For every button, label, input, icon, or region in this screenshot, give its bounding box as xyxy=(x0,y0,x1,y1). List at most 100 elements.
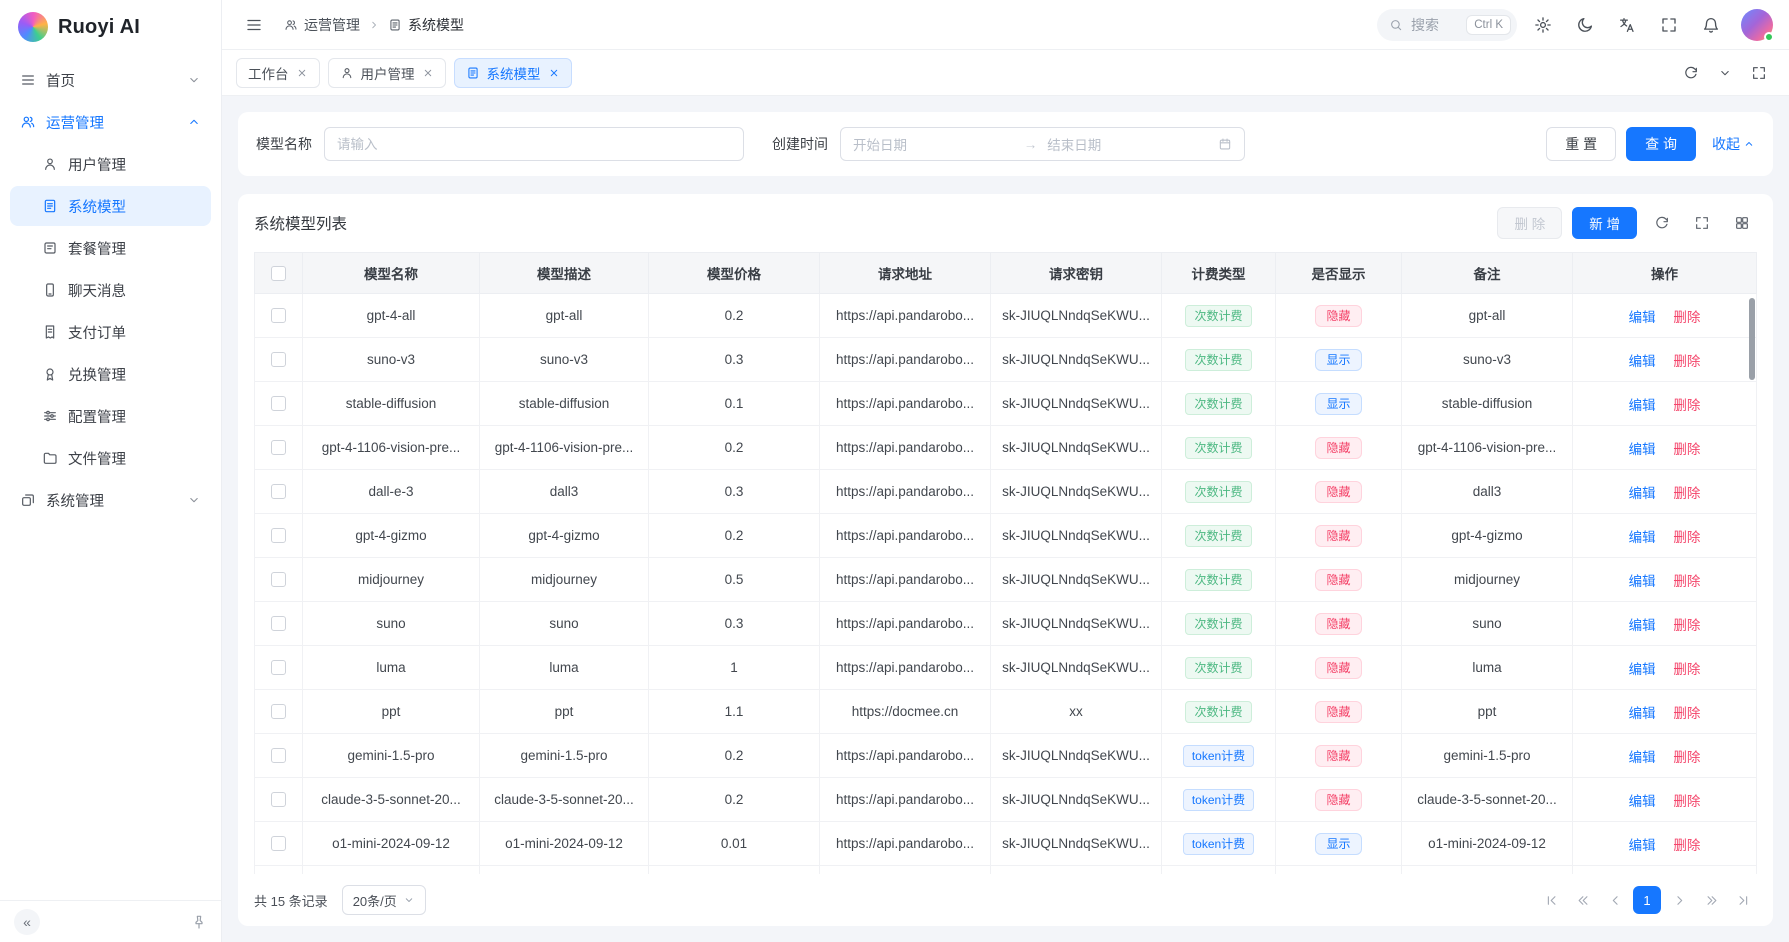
online-status-dot xyxy=(1764,32,1774,42)
sidebar-item-file-management[interactable]: 文件管理 xyxy=(10,438,211,478)
cell-request-url: https://api.pandarobo... xyxy=(820,426,991,470)
hamburger-menu-icon[interactable] xyxy=(238,9,270,41)
delete-link[interactable]: 删除 xyxy=(1673,838,1700,853)
cell-request-url: https://api.pandarobo... xyxy=(820,646,991,690)
delete-link[interactable]: 删除 xyxy=(1673,398,1700,413)
row-checkbox[interactable] xyxy=(271,836,286,851)
cell-model-name: gemini-1.5-pro xyxy=(303,734,480,778)
global-search[interactable]: 搜索 Ctrl K xyxy=(1377,9,1517,41)
current-page-button[interactable]: 1 xyxy=(1633,886,1661,914)
query-button[interactable]: 查 询 xyxy=(1626,127,1696,161)
delete-link[interactable]: 删除 xyxy=(1673,442,1700,457)
edit-link[interactable]: 编辑 xyxy=(1629,794,1656,809)
sidebar-item-home[interactable]: 首页 xyxy=(10,60,211,100)
prev-page-button[interactable] xyxy=(1601,886,1629,914)
settings-gear-icon[interactable] xyxy=(1527,9,1559,41)
sidebar-item-system-management[interactable]: 系统管理 xyxy=(10,480,211,520)
row-checkbox[interactable] xyxy=(271,704,286,719)
batch-delete-button[interactable]: 删 除 xyxy=(1497,207,1562,239)
close-icon[interactable] xyxy=(548,67,560,79)
delete-link[interactable]: 删除 xyxy=(1673,486,1700,501)
close-icon[interactable] xyxy=(422,67,434,79)
edit-link[interactable]: 编辑 xyxy=(1629,486,1656,501)
close-icon[interactable] xyxy=(296,67,308,79)
row-checkbox[interactable] xyxy=(271,572,286,587)
row-checkbox[interactable] xyxy=(271,440,286,455)
delete-link[interactable]: 删除 xyxy=(1673,794,1700,809)
sidebar-item-user-management[interactable]: 用户管理 xyxy=(10,144,211,184)
fullscreen-icon[interactable] xyxy=(1653,9,1685,41)
edit-link[interactable]: 编辑 xyxy=(1629,618,1656,633)
maximize-content-icon[interactable] xyxy=(1743,57,1775,89)
tab-user-management[interactable]: 用户管理 xyxy=(328,58,446,88)
column-settings-icon[interactable] xyxy=(1727,208,1757,238)
row-checkbox[interactable] xyxy=(271,792,286,807)
delete-link[interactable]: 删除 xyxy=(1673,618,1700,633)
language-translate-icon[interactable] xyxy=(1611,9,1643,41)
table-tools: 删 除 新 增 xyxy=(1497,207,1757,239)
add-button[interactable]: 新 增 xyxy=(1572,207,1637,239)
edit-link[interactable]: 编辑 xyxy=(1629,706,1656,721)
sidebar-item-payment-orders[interactable]: 支付订单 xyxy=(10,312,211,352)
row-checkbox[interactable] xyxy=(271,308,286,323)
fullscreen-icon[interactable] xyxy=(1687,208,1717,238)
page-size-select[interactable]: 20条/页 xyxy=(342,885,426,915)
delete-link[interactable]: 删除 xyxy=(1673,530,1700,545)
row-checkbox[interactable] xyxy=(271,748,286,763)
tab-system-models[interactable]: 系统模型 xyxy=(454,58,572,88)
row-checkbox[interactable] xyxy=(271,616,286,631)
delete-link[interactable]: 删除 xyxy=(1673,574,1700,589)
date-range-picker[interactable]: 开始日期 → 结束日期 xyxy=(840,127,1245,161)
row-checkbox[interactable] xyxy=(271,352,286,367)
pin-icon[interactable] xyxy=(191,914,207,930)
chevron-down-icon[interactable] xyxy=(1709,57,1741,89)
sidebar-item-operations[interactable]: 运营管理 xyxy=(10,102,211,142)
delete-link[interactable]: 删除 xyxy=(1673,310,1700,325)
edit-link[interactable]: 编辑 xyxy=(1629,530,1656,545)
refresh-icon[interactable] xyxy=(1675,57,1707,89)
cell-request-key: sk-JIUQLNndqSeKWU... xyxy=(991,822,1162,866)
collapse-filter-link[interactable]: 收起 xyxy=(1712,134,1755,154)
first-page-button[interactable] xyxy=(1537,886,1565,914)
last-page-button[interactable] xyxy=(1729,886,1757,914)
chevron-up-icon xyxy=(1743,138,1755,150)
edit-link[interactable]: 编辑 xyxy=(1629,442,1656,457)
edit-link[interactable]: 编辑 xyxy=(1629,750,1656,765)
next-page-button[interactable] xyxy=(1665,886,1693,914)
reset-button[interactable]: 重 置 xyxy=(1546,127,1616,161)
row-checkbox[interactable] xyxy=(271,528,286,543)
sidebar-item-config-management[interactable]: 配置管理 xyxy=(10,396,211,436)
next-5-pages-button[interactable] xyxy=(1697,886,1725,914)
delete-link[interactable]: 删除 xyxy=(1673,354,1700,369)
delete-link[interactable]: 删除 xyxy=(1673,750,1700,765)
user-avatar[interactable] xyxy=(1741,9,1773,41)
edit-link[interactable]: 编辑 xyxy=(1629,310,1656,325)
delete-link[interactable]: 删除 xyxy=(1673,662,1700,677)
edit-link[interactable]: 编辑 xyxy=(1629,398,1656,413)
edit-link[interactable]: 编辑 xyxy=(1629,838,1656,853)
edit-link[interactable]: 编辑 xyxy=(1629,662,1656,677)
sidebar-item-exchange-management[interactable]: 兑换管理 xyxy=(10,354,211,394)
tab-workbench[interactable]: 工作台 xyxy=(236,58,320,88)
visibility-badge: 隐藏 xyxy=(1315,789,1361,811)
notifications-bell-icon[interactable] xyxy=(1695,9,1727,41)
sidebar-collapse-button[interactable]: « xyxy=(14,909,40,935)
edit-link[interactable]: 编辑 xyxy=(1629,354,1656,369)
row-checkbox[interactable] xyxy=(271,660,286,675)
breadcrumb-item-system-models[interactable]: 系统模型 xyxy=(388,15,464,35)
model-name-input[interactable] xyxy=(324,127,744,161)
dark-mode-moon-icon[interactable] xyxy=(1569,9,1601,41)
sidebar-item-chat-messages[interactable]: 聊天消息 xyxy=(10,270,211,310)
refresh-icon[interactable] xyxy=(1647,208,1677,238)
table-scrollbar-thumb[interactable] xyxy=(1749,298,1755,380)
row-checkbox[interactable] xyxy=(271,396,286,411)
prev-5-pages-button[interactable] xyxy=(1569,886,1597,914)
cell-model-name: gpt-4-gizmo xyxy=(303,514,480,558)
edit-link[interactable]: 编辑 xyxy=(1629,574,1656,589)
delete-link[interactable]: 删除 xyxy=(1673,706,1700,721)
select-all-checkbox[interactable] xyxy=(271,266,286,281)
breadcrumb-item-operations[interactable]: 运营管理 xyxy=(284,15,360,35)
row-checkbox[interactable] xyxy=(271,484,286,499)
sidebar-item-system-models[interactable]: 系统模型 xyxy=(10,186,211,226)
sidebar-item-package-management[interactable]: 套餐管理 xyxy=(10,228,211,268)
